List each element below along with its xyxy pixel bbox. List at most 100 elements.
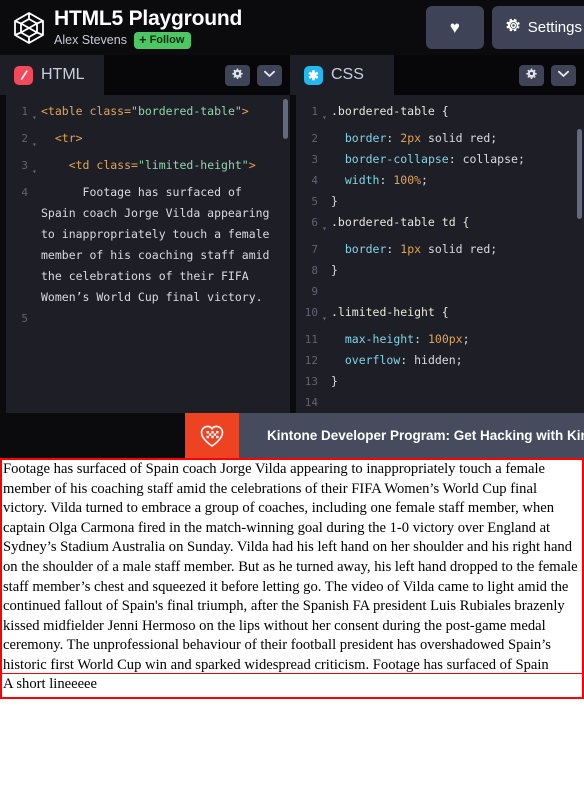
code-line: 10 ▾ .limited-height { [296, 302, 572, 329]
code-line: 14 [296, 392, 572, 413]
line-number: 4 [21, 186, 28, 199]
code-text: } [331, 374, 338, 388]
code-line: 3 border-collapse: collapse; [296, 149, 572, 170]
code-line: 4 width: 100%; [296, 170, 572, 191]
css-code-editor[interactable]: 1 ▾ .bordered-table {2 border: 2px solid r… [290, 95, 584, 413]
code-text: width: 100%; [344, 173, 428, 187]
tab-css[interactable]: ✱ CSS [290, 55, 394, 95]
code-text: border-collapse: collapse; [344, 152, 525, 166]
line-number: 6 [311, 216, 318, 229]
gear-icon [506, 18, 521, 37]
code-line: 3 ▾ <td class="limited-height"> [6, 155, 278, 182]
code-text: } [331, 194, 338, 208]
html-scrollbar[interactable] [283, 99, 288, 139]
fold-arrow-icon[interactable]: ▾ [32, 155, 41, 182]
line-number: 4 [311, 174, 318, 187]
rendered-table: Footage has surfaced of Spain coach Jorg… [0, 458, 584, 699]
gear-icon [232, 68, 243, 82]
app-header: HTML5 Playground Alex Stevens + Follow ♥ [0, 0, 584, 55]
html-code-lines: 1 ▾ <table class="bordered-table"> 2 ▾ <tr> 3… [6, 101, 278, 329]
plus-icon: + [138, 31, 147, 47]
fold-arrow-icon[interactable]: ▾ [322, 212, 331, 239]
limited-height-content: Footage has surfaced of Spain coach Jorg… [3, 461, 578, 673]
code-line: 13} [296, 371, 572, 392]
banner-body[interactable]: Kintone Developer Program: Get Hacking w… [239, 413, 584, 458]
html-collapse-button[interactable] [257, 64, 282, 86]
table-row: A short lineeeee [0, 672, 584, 699]
code-text: <td class="limited-height"> [68, 158, 256, 172]
line-number: 2 [21, 132, 28, 145]
code-line: 5} [296, 191, 572, 212]
line-number: 11 [304, 333, 318, 346]
line-number: 1 [311, 105, 318, 118]
code-line: 1 ▾ .bordered-table { [296, 101, 572, 128]
code-text: <tr> [54, 131, 83, 145]
tab-html-label: HTML [41, 66, 85, 83]
table-row: Footage has surfaced of Spain coach Jorg… [0, 458, 584, 674]
code-line: 2 border: 2px solid red; [296, 128, 572, 149]
code-line: 5 [6, 308, 278, 329]
banner-text: Kintone Developer Program: Get Hacking w… [267, 428, 584, 443]
fold-arrow-icon[interactable]: ▾ [322, 302, 331, 329]
fold-arrow-icon[interactable]: ▾ [322, 101, 331, 128]
header-actions: ♥ Settings [425, 6, 584, 49]
css-scrollbar[interactable] [577, 129, 582, 219]
line-number: 7 [311, 243, 318, 256]
follow-button[interactable]: + Follow [133, 31, 192, 49]
short-line-content: A short lineeeee [3, 676, 98, 692]
chevron-down-icon [264, 69, 275, 81]
code-line: 11 max-height: 100px; [296, 329, 572, 350]
css-settings-button[interactable] [519, 64, 544, 86]
code-text: } [331, 263, 338, 277]
html-code-editor[interactable]: 1 ▾ <table class="bordered-table"> 2 ▾ <tr> 3… [0, 95, 290, 413]
author-name: Alex Stevens [54, 33, 127, 47]
gear-icon [526, 68, 537, 82]
code-line: 2 ▾ <tr> [6, 128, 278, 155]
line-number: 1 [21, 105, 28, 118]
promo-banner[interactable]: Kintone Developer Program: Get Hacking w… [0, 413, 584, 458]
author-row: Alex Stevens + Follow [54, 31, 242, 49]
line-number: 9 [311, 285, 318, 298]
table-cell: A short lineeeee [0, 672, 584, 699]
editor-panes: / HTML 1 ▾ <table class="bordered-table"… [0, 55, 584, 413]
fold-arrow-icon[interactable]: ▾ [32, 128, 41, 155]
line-number: 10 [304, 306, 318, 319]
code-text: max-height: 100px; [344, 332, 470, 346]
css3-icon: ✱ [304, 65, 323, 85]
html-panel: / HTML 1 ▾ <table class="bordered-table"… [0, 55, 290, 413]
code-line: 7 border: 1px solid red; [296, 239, 572, 260]
code-text: .limited-height { [331, 305, 449, 319]
tab-html[interactable]: / HTML [0, 55, 104, 95]
settings-button[interactable]: Settings [491, 6, 584, 49]
line-number: 13 [304, 375, 318, 388]
code-line: 9 [296, 281, 572, 302]
html-settings-button[interactable] [225, 64, 250, 86]
line-number: 3 [21, 159, 28, 172]
code-text: overflow: hidden; [344, 353, 463, 367]
code-text: border: 1px solid red; [344, 242, 498, 256]
page-title: HTML5 Playground [54, 6, 243, 30]
html-panel-actions [225, 64, 282, 86]
code-line: 1 ▾ <table class="bordered-table"> [6, 101, 278, 128]
chevron-down-icon [558, 69, 569, 81]
cube-wireframe-logo [6, 5, 52, 51]
css-code-lines: 1 ▾ .bordered-table {2 border: 2px solid r… [296, 101, 572, 413]
settings-label: Settings [527, 19, 582, 36]
favorite-button[interactable]: ♥ [425, 6, 484, 49]
css-collapse-button[interactable] [551, 64, 576, 86]
title-block: HTML5 Playground Alex Stevens + Follow [54, 7, 242, 49]
code-line: 4 Footage has surfaced of Spain coach Jo… [6, 182, 278, 308]
heart-icon: ♥ [449, 18, 460, 37]
tab-css-label: CSS [331, 66, 364, 83]
fold-arrow-icon[interactable]: ▾ [32, 101, 41, 128]
